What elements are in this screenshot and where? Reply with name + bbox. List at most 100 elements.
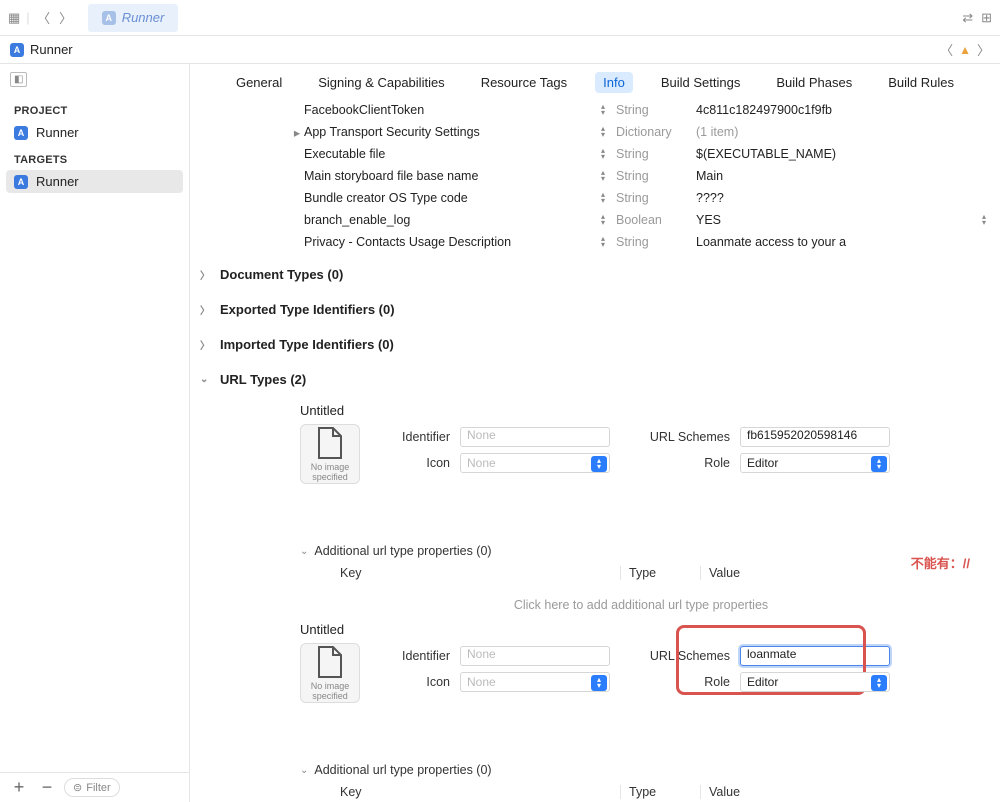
url-schemes-input[interactable]: loanmate bbox=[740, 646, 890, 666]
app-icon: A bbox=[102, 11, 116, 25]
plist-value: Loanmate access to your a bbox=[696, 235, 992, 249]
plist-type: String bbox=[616, 191, 696, 205]
role-select-value: Editor bbox=[747, 675, 778, 689]
stepper-icon[interactable]: ▴▾ bbox=[594, 126, 612, 138]
url-schemes-label: URL Schemes bbox=[640, 430, 730, 444]
project-item-label: Runner bbox=[36, 125, 79, 140]
plist-row[interactable]: Bundle creator OS Type code▴▾String???? bbox=[290, 187, 992, 209]
col-type: Type bbox=[620, 566, 700, 580]
section-url-types[interactable]: ⌄ URL Types (2) bbox=[190, 358, 1000, 393]
plist-type: String bbox=[616, 103, 696, 117]
tab-build-rules[interactable]: Build Rules bbox=[880, 72, 962, 93]
file-icon bbox=[315, 645, 345, 679]
plist-row[interactable]: Main storyboard file base name▴▾StringMa… bbox=[290, 165, 992, 187]
stepper-icon[interactable]: ▴▾ bbox=[594, 192, 612, 204]
image-well[interactable]: No image specified bbox=[300, 643, 360, 703]
url-schemes-label: URL Schemes bbox=[640, 649, 730, 663]
role-label: Role bbox=[640, 675, 730, 689]
url-types-container: Untitled No image specified Identifier N… bbox=[190, 393, 1000, 802]
targets-header: TARGETS bbox=[0, 144, 189, 170]
chevron-down-icon: ⌄ bbox=[200, 374, 212, 385]
plist-row[interactable]: branch_enable_log▴▾BooleanYES▴▾ bbox=[290, 209, 992, 231]
add-target-button[interactable]: + bbox=[8, 777, 30, 798]
url-schemes-input[interactable]: fb615952020598146 bbox=[740, 427, 890, 447]
sidebar-footer: + − ⊜ Filter bbox=[0, 772, 189, 802]
icon-select[interactable]: None ▴▾ bbox=[460, 672, 610, 692]
chevron-right-icon[interactable]: 〉 bbox=[977, 40, 990, 59]
image-well[interactable]: No image specified bbox=[300, 424, 360, 484]
image-well-text: No image specified bbox=[301, 462, 359, 482]
icon-select[interactable]: None ▴▾ bbox=[460, 453, 610, 473]
value-stepper-icon[interactable]: ▴▾ bbox=[976, 214, 992, 226]
breadcrumb-label[interactable]: Runner bbox=[30, 42, 73, 57]
project-sidebar: ◧ PROJECT A Runner TARGETS A Runner + − … bbox=[0, 64, 190, 802]
plist-key: Executable file bbox=[304, 147, 594, 161]
breadcrumb-bar: A Runner 〈 ▲ 〉 bbox=[0, 36, 1000, 64]
tab-general[interactable]: General bbox=[228, 72, 290, 93]
warning-icon[interactable]: ▲ bbox=[959, 43, 971, 57]
select-caret-icon: ▴▾ bbox=[871, 675, 887, 691]
section-imported-identifiers[interactable]: 〉 Imported Type Identifiers (0) bbox=[190, 323, 1000, 358]
chevron-down-icon: ⌄ bbox=[300, 765, 308, 776]
section-document-types[interactable]: 〉 Document Types (0) bbox=[190, 253, 1000, 288]
plist-row[interactable]: FacebookClientToken▴▾String4c811c1824979… bbox=[290, 99, 992, 121]
disclosure-icon: ▸ bbox=[290, 125, 304, 140]
chevron-left-icon[interactable]: 〈 bbox=[940, 40, 953, 59]
stepper-icon[interactable]: ▴▾ bbox=[594, 148, 612, 160]
icon-select-value: None bbox=[467, 675, 496, 689]
add-editor-icon[interactable]: ⊞ bbox=[981, 10, 992, 26]
filter-input[interactable]: ⊜ Filter bbox=[64, 778, 120, 797]
add-props-hint[interactable]: Click here to add additional url type pr… bbox=[300, 598, 982, 612]
select-caret-icon: ▴▾ bbox=[591, 456, 607, 472]
stepper-icon[interactable]: ▴▾ bbox=[594, 214, 612, 226]
config-tabs: General Signing & Capabilities Resource … bbox=[190, 64, 1000, 99]
identifier-input[interactable]: None bbox=[460, 646, 610, 666]
project-item-runner[interactable]: A Runner bbox=[0, 121, 189, 144]
icon-select-value: None bbox=[467, 456, 496, 470]
tab-build-phases[interactable]: Build Phases bbox=[768, 72, 860, 93]
col-type: Type bbox=[620, 785, 700, 799]
filter-placeholder: Filter bbox=[86, 782, 110, 794]
file-icon bbox=[315, 426, 345, 460]
plist-row[interactable]: ▸App Transport Security Settings▴▾Dictio… bbox=[290, 121, 992, 143]
grid-icon[interactable]: ▦ bbox=[8, 10, 20, 26]
url-type-title: Untitled bbox=[300, 622, 982, 637]
kv-table-header: Key Type Value bbox=[300, 566, 982, 580]
plist-key: Privacy - Contacts Usage Description bbox=[304, 235, 594, 249]
role-select[interactable]: Editor ▴▾ bbox=[740, 672, 890, 692]
image-well-text: No image specified bbox=[301, 681, 359, 701]
section-label: Exported Type Identifiers (0) bbox=[220, 302, 395, 317]
sidebar-toggle-icon[interactable]: ◧ bbox=[10, 72, 27, 87]
target-item-runner[interactable]: A Runner bbox=[6, 170, 183, 193]
plist-row[interactable]: Privacy - Contacts Usage Description▴▾ St… bbox=[290, 231, 992, 253]
role-select[interactable]: Editor ▴▾ bbox=[740, 453, 890, 473]
kv-table-header: Key Type Value bbox=[300, 785, 982, 799]
swap-icon[interactable]: ⇄ bbox=[962, 10, 973, 26]
stepper-icon[interactable]: ▴▾ bbox=[594, 170, 612, 182]
plist-row[interactable]: Executable file▴▾String$(EXECUTABLE_NAME… bbox=[290, 143, 992, 165]
identifier-input[interactable]: None bbox=[460, 427, 610, 447]
identifier-label: Identifier bbox=[380, 430, 450, 444]
additional-props-toggle[interactable]: ⌄ Additional url type properties (0) bbox=[300, 544, 982, 558]
editor-tab-runner[interactable]: A Runner bbox=[88, 4, 179, 32]
tab-resource-tags[interactable]: Resource Tags bbox=[473, 72, 575, 93]
additional-props-label: Additional url type properties (0) bbox=[314, 544, 491, 558]
chevron-right-icon: 〉 bbox=[200, 337, 212, 352]
tab-info[interactable]: Info bbox=[595, 72, 633, 93]
nav-back-button[interactable]: 〈 bbox=[36, 10, 52, 26]
plist-value: 4c811c182497900c1f9fb bbox=[696, 103, 992, 117]
section-exported-identifiers[interactable]: 〉 Exported Type Identifiers (0) bbox=[190, 288, 1000, 323]
plist-type: String bbox=[616, 235, 696, 249]
nav-forward-button[interactable]: 〉 bbox=[58, 10, 74, 26]
section-label: Document Types (0) bbox=[220, 267, 343, 282]
tab-build-settings[interactable]: Build Settings bbox=[653, 72, 749, 93]
remove-target-button[interactable]: − bbox=[36, 777, 58, 798]
additional-props-toggle[interactable]: ⌄ Additional url type properties (0) bbox=[300, 763, 982, 777]
tab-signing[interactable]: Signing & Capabilities bbox=[310, 72, 452, 93]
url-type-card-1: No image specified Identifier None URL S… bbox=[300, 643, 982, 802]
stepper-icon[interactable]: ▴▾ bbox=[594, 236, 612, 248]
plist-key: Bundle creator OS Type code bbox=[304, 191, 594, 205]
col-key: Key bbox=[340, 566, 620, 580]
stepper-icon[interactable]: ▴▾ bbox=[594, 104, 612, 116]
chevron-right-icon: 〉 bbox=[200, 267, 212, 282]
